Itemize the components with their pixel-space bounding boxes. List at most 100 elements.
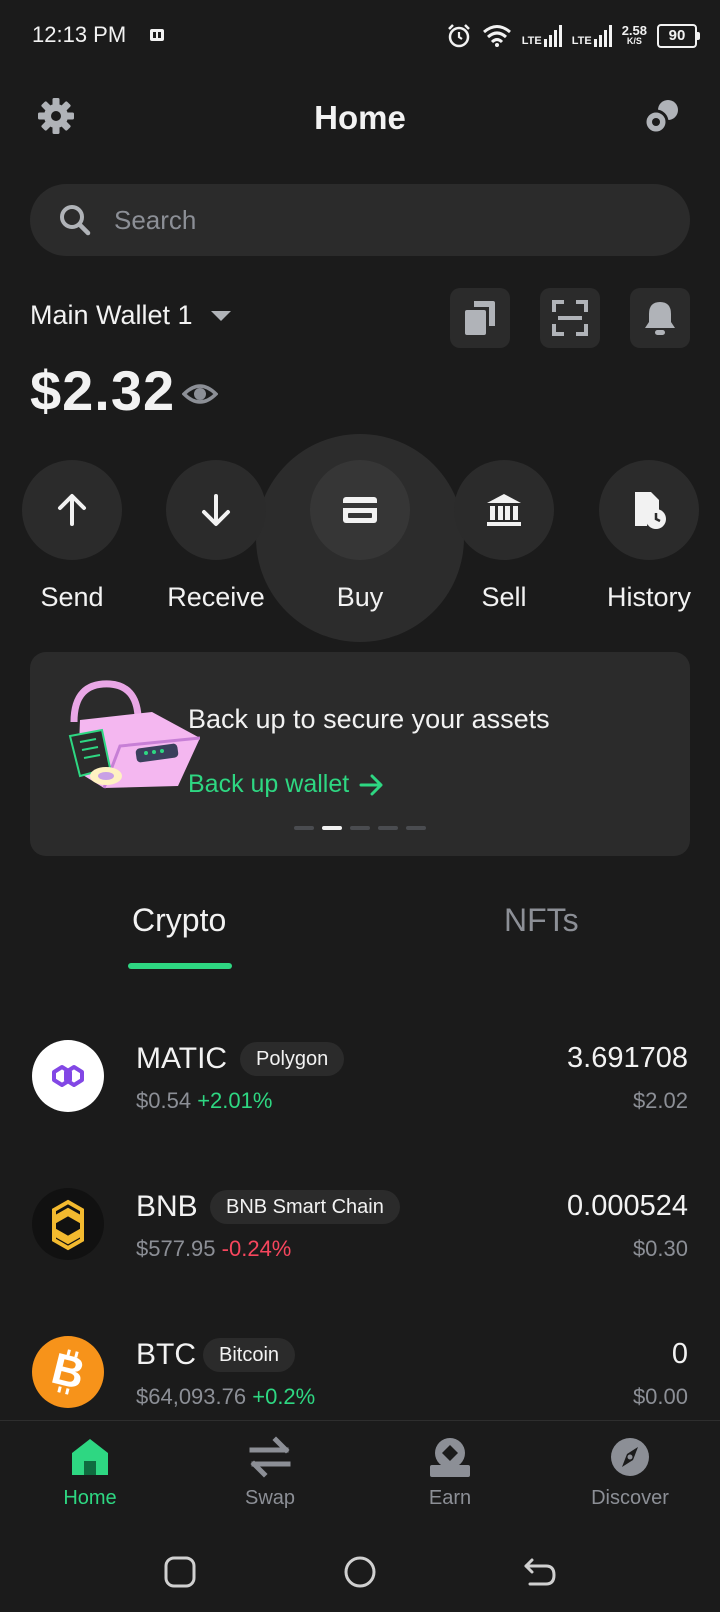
battery-tip <box>697 32 700 40</box>
copy-icon <box>465 301 495 335</box>
nav-home[interactable]: Home <box>20 1435 160 1510</box>
history-button[interactable]: History <box>598 460 700 613</box>
carousel-dot[interactable] <box>378 826 398 830</box>
status-indicators: LTE LTE 2.58 K/S 90 <box>446 20 700 52</box>
signal-bars-icon <box>593 25 612 47</box>
bnb-logo-icon <box>32 1188 104 1260</box>
earn-icon <box>430 1438 470 1477</box>
send-label: Send <box>40 582 104 612</box>
bottom-navigation: Home Swap Earn Discover <box>0 1420 720 1530</box>
carousel-dot-active[interactable] <box>322 826 342 830</box>
swap-icon <box>249 1436 291 1478</box>
asset-price: $64,093.76 <box>136 1384 247 1409</box>
page-title: Home <box>314 99 406 136</box>
signal-bars-icon <box>543 25 562 47</box>
nav-discover-label: Discover <box>591 1487 669 1509</box>
wallet-selector[interactable]: Main Wallet 1 <box>30 300 231 331</box>
backup-wallet-illustration <box>68 680 200 789</box>
asset-price: $577.95 <box>136 1236 216 1261</box>
asset-chain-badge: Polygon <box>240 1042 345 1076</box>
nav-home-label: Home <box>63 1487 117 1509</box>
speed-value: 2.58 <box>621 23 647 38</box>
asset-price-line: $577.95 -0.24% <box>136 1236 291 1262</box>
backup-wallet-link[interactable]: Back up wallet <box>188 770 385 799</box>
receive-label: Receive <box>167 582 265 612</box>
asset-chain-badge: BNB Smart Chain <box>210 1190 400 1224</box>
battery-indicator: 90 <box>657 24 700 48</box>
back-icon[interactable] <box>520 1552 560 1592</box>
asset-amount: 3.691708 <box>567 1042 688 1074</box>
battery-level: 90 <box>657 24 697 48</box>
tab-nfts[interactable]: NFTs <box>504 902 579 939</box>
send-circle <box>22 460 122 560</box>
signal-1: LTE <box>522 25 562 47</box>
scan-button[interactable] <box>540 288 600 348</box>
buy-button[interactable]: Buy <box>309 460 411 613</box>
carousel-dot[interactable] <box>406 826 426 830</box>
recent-apps-icon[interactable] <box>160 1552 200 1592</box>
search-input[interactable] <box>114 204 654 236</box>
status-bar: 12:13 PM LTE LTE 2.58 K/S 90 <box>0 0 720 72</box>
asset-change: +2.01% <box>197 1088 273 1113</box>
nav-earn[interactable]: Earn <box>380 1435 520 1510</box>
home-icon <box>72 1439 108 1475</box>
dapp-connect-icon[interactable] <box>642 96 682 136</box>
wallet-balance: $2.32 <box>30 359 176 422</box>
asset-amount: 0 <box>671 1338 688 1370</box>
backup-title: Back up to secure your assets <box>188 704 550 734</box>
arrow-right-icon <box>359 774 383 795</box>
home-system-icon[interactable] <box>340 1552 380 1592</box>
send-button[interactable]: Send <box>21 460 123 613</box>
wifi-icon <box>482 25 511 47</box>
signal-2: LTE <box>572 25 612 47</box>
compass-icon <box>611 1438 649 1476</box>
sell-button[interactable]: Sell <box>453 460 555 613</box>
search-bar[interactable] <box>30 184 690 256</box>
buy-label: Buy <box>336 582 384 612</box>
speed-unit: K/S <box>626 36 642 46</box>
bank-icon <box>487 494 521 526</box>
asset-price: $0.54 <box>136 1088 192 1113</box>
receive-button[interactable]: Receive <box>165 460 267 613</box>
receive-circle <box>166 460 266 560</box>
nav-swap-label: Swap <box>244 1487 296 1509</box>
wallet-name: Main Wallet 1 <box>30 300 193 330</box>
network-type-2: LTE <box>571 35 592 47</box>
eye-icon[interactable] <box>182 376 218 412</box>
card-icon <box>343 497 377 523</box>
notifications-button[interactable] <box>630 288 690 348</box>
asset-symbol: MATIC <box>136 1042 228 1075</box>
nav-discover[interactable]: Discover <box>560 1435 700 1510</box>
asset-price-line: $64,093.76 +0.2% <box>136 1384 315 1410</box>
asset-row-bnb[interactable]: BNB BNB Smart Chain $577.95 -0.24% 0.000… <box>0 1188 720 1308</box>
asset-change: +0.2% <box>252 1384 316 1409</box>
copy-address-button[interactable] <box>450 288 510 348</box>
carousel-dot[interactable] <box>294 826 314 830</box>
asset-row-matic[interactable]: MATIC Polygon $0.54 +2.01% 3.691708 $2.0… <box>0 1040 720 1160</box>
bell-icon <box>645 302 675 335</box>
network-speed: 2.58 K/S <box>621 23 647 47</box>
asset-value: $0.30 <box>632 1236 688 1261</box>
scan-icon <box>552 300 588 336</box>
history-icon <box>635 492 666 529</box>
alarm-icon <box>447 24 470 48</box>
asset-value: $2.02 <box>632 1088 688 1113</box>
carousel-pagination <box>30 826 690 830</box>
sell-circle <box>454 460 554 560</box>
arrow-down-icon <box>202 494 230 526</box>
buy-circle <box>310 460 410 560</box>
network-type-1: LTE <box>521 35 542 47</box>
matic-logo-icon <box>32 1040 104 1112</box>
status-time: 12:13 PM <box>32 22 127 47</box>
btc-logo-icon: B <box>32 1336 104 1408</box>
asset-price-line: $0.54 +2.01% <box>136 1088 272 1114</box>
nav-earn-label: Earn <box>428 1487 472 1509</box>
tab-crypto[interactable]: Crypto <box>132 902 226 939</box>
chevron-down-icon <box>210 310 231 321</box>
nav-swap[interactable]: Swap <box>200 1435 340 1510</box>
history-label: History <box>606 582 691 612</box>
carousel-dot[interactable] <box>350 826 370 830</box>
asset-symbol: BTC <box>136 1338 196 1371</box>
app-notification-icon <box>150 29 164 41</box>
backup-card[interactable]: Back up to secure your assets Back up wa… <box>30 652 690 856</box>
